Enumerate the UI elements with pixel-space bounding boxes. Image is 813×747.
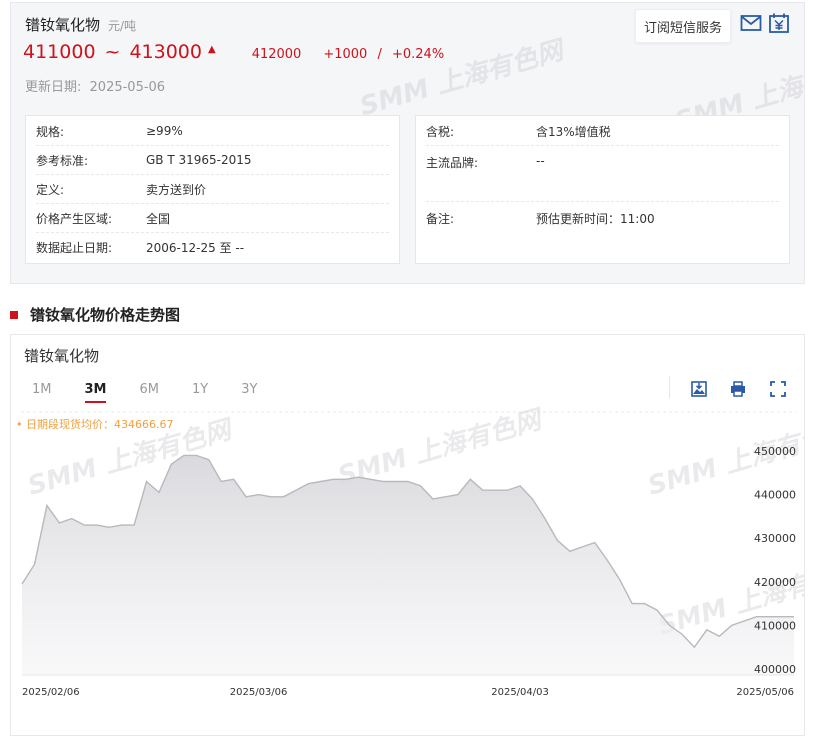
spec-key: 定义: <box>36 182 65 197</box>
price-change-value: +1000 <box>323 47 368 62</box>
x-tick-label: 2025/04/03 <box>491 687 549 698</box>
price-up-icon: ▲ <box>207 44 216 55</box>
spec-key: 含税: <box>426 124 455 139</box>
y-tick-label: 440000 <box>754 489 796 502</box>
spec-row: 规格: ≥99% <box>36 117 389 146</box>
calendar-icon[interactable] <box>768 13 790 33</box>
average-price: 412000 <box>251 47 302 62</box>
price-separator: ~ <box>104 41 121 63</box>
price-high: 413000 <box>129 41 202 63</box>
spec-row: 价格产生区域: 全国 <box>36 204 389 233</box>
spec-value: 2006-12-25 至 -- <box>146 241 245 255</box>
spec-table-right: 含税: 含13%增值税 主流品牌: -- 备注: 预估更新时间：11:00 <box>415 115 790 264</box>
price-change-separator: / <box>377 47 382 62</box>
y-tick-label: 410000 <box>754 619 796 632</box>
spec-table-left: 规格: ≥99% 参考标准: GB T 31965-2015 定义: 卖方送到价… <box>25 115 400 264</box>
section-marker <box>10 310 18 319</box>
spec-value: -- <box>536 154 545 168</box>
spec-row: 备注: 预估更新时间：11:00 <box>426 204 779 233</box>
spec-row: 定义: 卖方送到价 <box>36 175 389 204</box>
update-date-label: 更新日期: <box>25 80 82 95</box>
spec-value: GB T 31965-2015 <box>146 153 252 167</box>
chart-card: 镨钕氧化物 1M 3M 6M 1Y 3Y • 日期段现货均价：434666.67… <box>10 334 805 736</box>
y-tick-label: 430000 <box>754 532 796 545</box>
price-info-panel: SMM 上海有色网 SMM 上海有色网 镨钕氧化物 元/吨 411000 ~ 4… <box>10 2 805 284</box>
spec-value: ≥99% <box>146 124 183 138</box>
mail-icon[interactable] <box>740 13 762 33</box>
price-row: 411000 ~ 413000 ▲ 412000 +1000 / +0.24% <box>23 41 444 63</box>
section-title: 镨钕氧化物价格走势图 <box>30 306 181 324</box>
y-tick-label: 420000 <box>754 576 796 589</box>
spec-value: 全国 <box>146 211 171 226</box>
section-header: 镨钕氧化物价格走势图 <box>10 304 180 325</box>
spec-key: 备注: <box>426 212 455 226</box>
x-tick-label: 2025/05/06 <box>736 687 794 698</box>
price-change-percent: +0.24% <box>391 47 445 62</box>
product-header: 镨钕氧化物 元/吨 <box>25 14 136 35</box>
spec-row: 含税: 含13%增值税 <box>426 117 779 146</box>
average-price-label: • 日期段现货均价：434666.67 <box>16 417 173 431</box>
price-change: +1000 / +0.24% <box>323 47 444 62</box>
y-tick-label: 450000 <box>754 445 796 458</box>
update-date-value: 2025-05-06 <box>89 80 166 95</box>
spec-key: 规格: <box>36 124 65 139</box>
price-trend-chart: • 日期段现货均价：434666.67 SMM 上海有色网 SMM 上海有色网 … <box>16 404 804 698</box>
spec-value: 预估更新时间：11:00 <box>536 212 655 226</box>
spec-row: 数据起止日期: 2006-12-25 至 -- <box>36 233 389 262</box>
x-tick-label: 2025/02/06 <box>22 687 80 698</box>
product-title: 镨钕氧化物 <box>25 16 101 34</box>
spec-value: 卖方送到价 <box>146 182 207 197</box>
spec-row: 主流品牌: -- <box>426 146 779 202</box>
subscribe-sms-button[interactable]: 订阅短信服务 <box>635 9 731 43</box>
product-unit: 元/吨 <box>108 19 137 33</box>
spec-key: 主流品牌: <box>426 156 479 170</box>
spec-key: 数据起止日期: <box>36 241 113 255</box>
spec-value: 含13%增值税 <box>536 124 611 139</box>
spec-key: 价格产生区域: <box>36 211 113 226</box>
y-tick-label: 400000 <box>754 663 796 676</box>
price-low: 411000 <box>23 41 96 63</box>
x-tick-label: 2025/03/06 <box>230 687 288 698</box>
update-date-row: 更新日期: 2025-05-06 <box>25 76 165 95</box>
spec-key: 参考标准: <box>36 153 89 168</box>
spec-row: 参考标准: GB T 31965-2015 <box>36 146 389 175</box>
